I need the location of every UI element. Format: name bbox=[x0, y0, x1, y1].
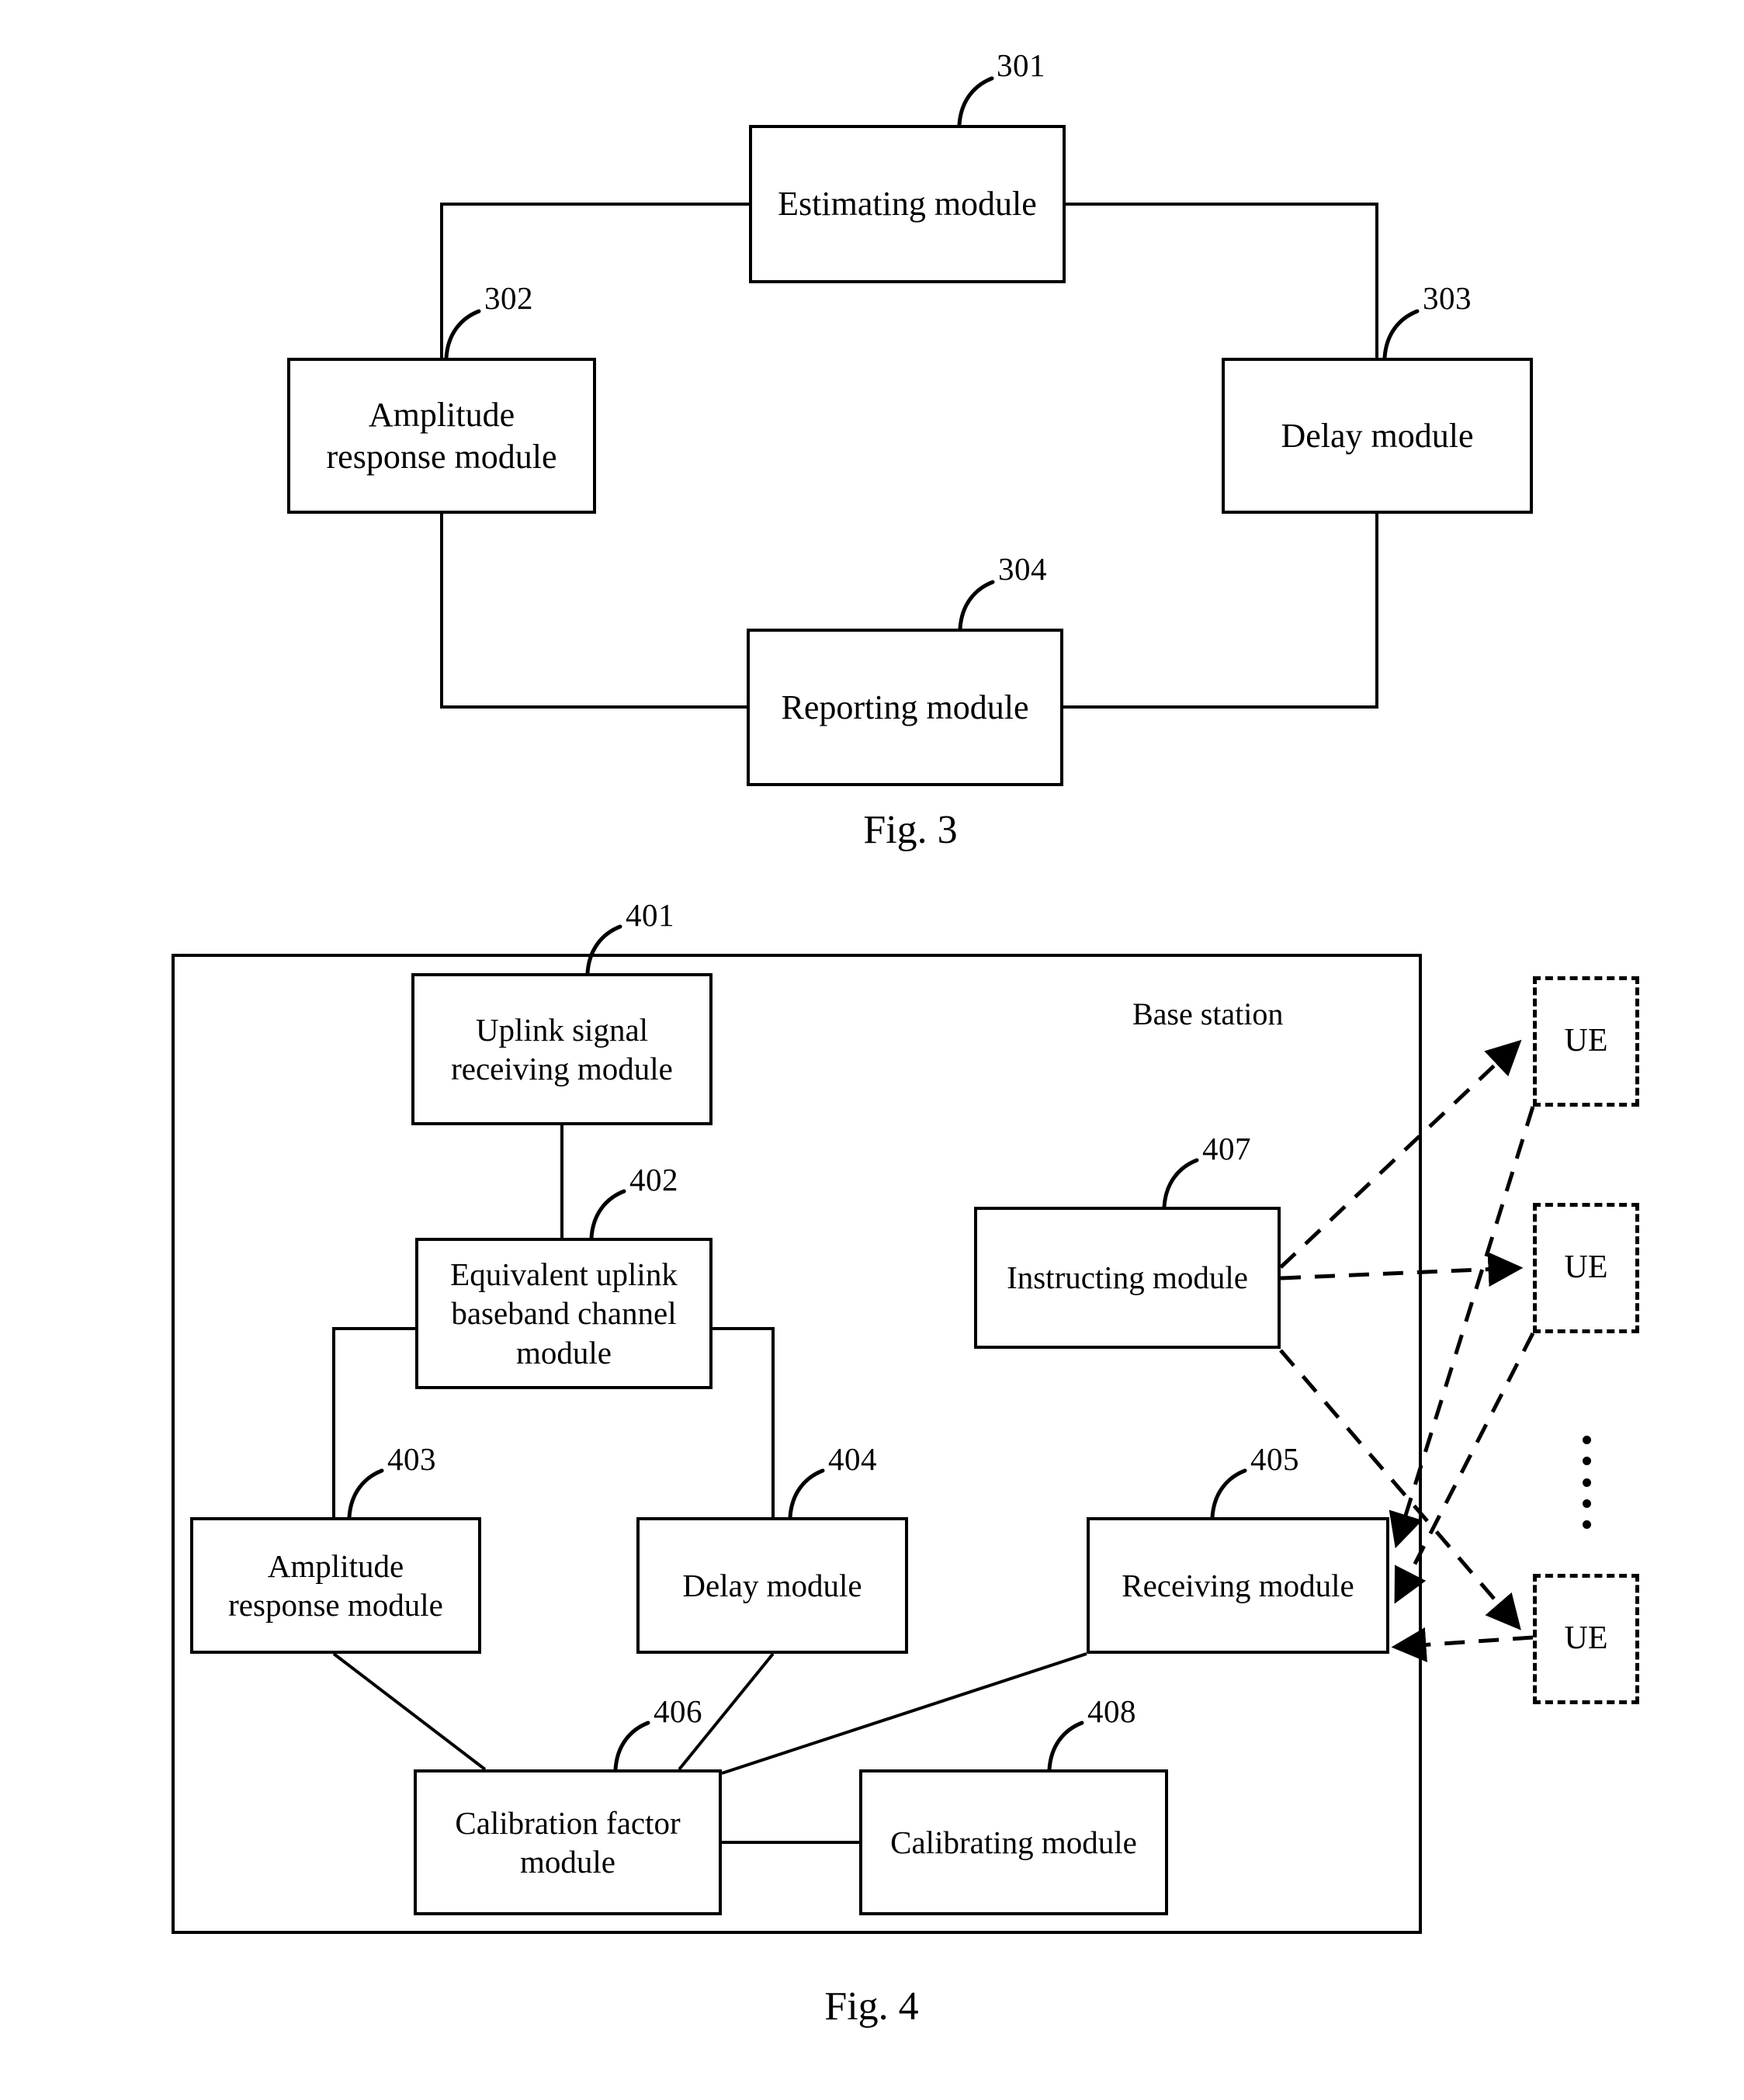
f4-calibration-factor-module[interactable]: Calibration factor module bbox=[414, 1769, 722, 1915]
f4-ref-406: 406 bbox=[654, 1693, 702, 1729]
leader-401 bbox=[585, 924, 622, 975]
f4-receiving-module-label: Receiving module bbox=[1122, 1567, 1354, 1603]
dashed-ue1-to-receiving bbox=[1389, 1106, 1535, 1549]
f4-calibrating-module[interactable]: Calibrating module bbox=[859, 1769, 1168, 1915]
dashed-instructing-to-ue1 bbox=[1279, 1039, 1522, 1269]
f4-equivalent-line3: module bbox=[516, 1334, 612, 1371]
f4-ue-box-3[interactable]: UE bbox=[1533, 1574, 1639, 1704]
f4-equivalent-uplink-baseband-channel-module-label: Equivalent uplink baseband channel modul… bbox=[450, 1255, 678, 1371]
f4-uplink-line2: receiving module bbox=[451, 1051, 673, 1086]
f4-ue-box-3-label: UE bbox=[1564, 1620, 1608, 1657]
f4-delay-module[interactable]: Delay module bbox=[636, 1517, 908, 1654]
f4-amplitude-response-module[interactable]: Amplitude response module bbox=[190, 1517, 481, 1654]
leader-407 bbox=[1162, 1158, 1199, 1209]
leader-405 bbox=[1210, 1468, 1247, 1520]
vertical-ellipsis-icon bbox=[1581, 1436, 1592, 1529]
f4-delay-module-label: Delay module bbox=[682, 1567, 862, 1603]
leader-403 bbox=[347, 1468, 384, 1520]
dashed-ue2-to-receiving bbox=[1394, 1332, 1535, 1604]
f4-uplink-line1: Uplink signal bbox=[475, 1011, 649, 1048]
f4-ref-405: 405 bbox=[1250, 1441, 1299, 1477]
line-receiving-to-calibfactor bbox=[721, 1652, 1087, 1775]
f4-ue-box-1-label: UE bbox=[1564, 1023, 1608, 1059]
leader-408 bbox=[1047, 1721, 1084, 1772]
f4-ref-404: 404 bbox=[828, 1441, 877, 1477]
f4-ref-403: 403 bbox=[387, 1441, 436, 1477]
f4-ue-box-2[interactable]: UE bbox=[1533, 1203, 1639, 1333]
f4-receiving-module[interactable]: Receiving module bbox=[1087, 1517, 1389, 1654]
f4-uplink-signal-receiving-module-label: Uplink signal receiving module bbox=[451, 1010, 673, 1088]
line-equivalent-to-delay bbox=[713, 1327, 775, 1517]
leader-404 bbox=[788, 1468, 825, 1520]
f4-uplink-signal-receiving-module[interactable]: Uplink signal receiving module bbox=[411, 973, 713, 1125]
f4-calibration-factor-module-label: Calibration factor module bbox=[455, 1804, 680, 1881]
dashed-ue3-to-receiving bbox=[1391, 1627, 1534, 1662]
f4-instructing-module-label: Instructing module bbox=[1007, 1260, 1248, 1296]
leader-406 bbox=[613, 1721, 650, 1772]
f4-calibration-factor-line1: Calibration factor bbox=[455, 1804, 681, 1841]
f4-equivalent-line2: baseband channel bbox=[451, 1295, 677, 1332]
f4-ref-407: 407 bbox=[1202, 1131, 1251, 1166]
f4-amplitude-line2: response module bbox=[228, 1587, 443, 1623]
f4-equivalent-uplink-baseband-channel-module[interactable]: Equivalent uplink baseband channel modul… bbox=[415, 1238, 713, 1389]
f4-equivalent-line1: Equivalent uplink bbox=[450, 1256, 678, 1293]
f4-ref-401: 401 bbox=[626, 897, 674, 933]
f4-instructing-module[interactable]: Instructing module bbox=[974, 1207, 1281, 1349]
f4-ue-box-2-label: UE bbox=[1564, 1249, 1608, 1286]
leader-402 bbox=[589, 1189, 626, 1240]
f4-ue-box-1[interactable]: UE bbox=[1533, 976, 1639, 1107]
f4-amplitude-line1: Amplitude bbox=[267, 1547, 404, 1584]
f4-amplitude-response-module-label: Amplitude response module bbox=[228, 1547, 443, 1624]
line-amplitude-to-calibfactor bbox=[332, 1652, 487, 1771]
f4-ref-408: 408 bbox=[1087, 1693, 1136, 1729]
f4-calibration-factor-line2: module bbox=[520, 1844, 615, 1880]
patent-figure-sheet: Estimating module 301 Amplitude response… bbox=[0, 0, 1744, 2100]
line-equivalent-to-amplitude bbox=[332, 1327, 415, 1517]
f4-ref-402: 402 bbox=[629, 1162, 678, 1197]
figure4-caption: Fig. 4 bbox=[824, 1984, 919, 2029]
f4-calibrating-module-label: Calibrating module bbox=[890, 1824, 1137, 1860]
